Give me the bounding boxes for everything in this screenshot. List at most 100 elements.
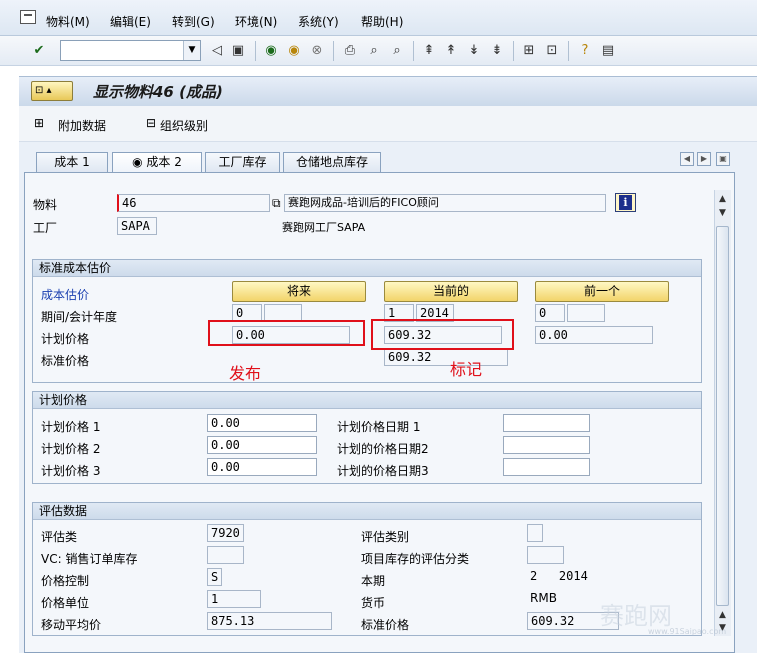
sap-menu-icon[interactable] [20, 10, 36, 24]
plant-label: 工厂 [33, 221, 58, 235]
scroll-page-up-icon[interactable]: ▼ [714, 206, 731, 220]
org-levels-icon[interactable]: ⊟ [144, 116, 158, 130]
print-icon[interactable]: ⎙ [342, 43, 358, 59]
std-price-label: 标准价格 [361, 618, 410, 632]
moving-avg-price-label: 移动平均价 [41, 618, 102, 632]
planned-price-1-label: 计划价格 1 [41, 420, 101, 434]
planned-prices-header: 计划价格 [33, 392, 701, 409]
plant-description: 赛跑网工厂SAPA [282, 221, 366, 234]
vc-sales-order-stock-label: VC: 销售订单库存 [41, 552, 138, 566]
shortcut-icon[interactable]: ⊡ [544, 43, 560, 59]
std-cost-estimate-header: 标准成本估价 [33, 260, 701, 277]
period-year-label: 期间/会计年度 [41, 310, 118, 324]
planned-price-2-field[interactable]: 0.00 [207, 436, 317, 454]
project-stock-valuation-label: 项目库存的评估分类 [361, 552, 470, 566]
valuation-data-header: 评估数据 [33, 503, 701, 520]
title-gap [0, 66, 757, 76]
planned-date-1-field[interactable] [503, 414, 590, 432]
chevron-down-icon[interactable]: ▼ [183, 41, 200, 60]
previous-planned-price-field: 0.00 [535, 326, 653, 344]
screen-menu-button[interactable]: ⊡ ▴ [31, 81, 73, 101]
back-arrow-icon[interactable]: ◁ [209, 43, 225, 59]
scroll-up-icon[interactable]: ▲ [714, 192, 731, 206]
planned-price-2-label: 计划价格 2 [41, 442, 101, 456]
tab-active-icon: ◉ [132, 155, 147, 169]
previous-button[interactable]: 前一个 [535, 281, 669, 302]
planned-price-label: 计划价格 [41, 332, 90, 346]
application-toolbar [19, 106, 757, 142]
new-session-icon[interactable]: ⊞ [521, 43, 537, 59]
planned-date-2-field[interactable] [503, 436, 590, 454]
valuation-category-label: 评估类别 [361, 530, 410, 544]
cost-estimate-label[interactable]: 成本估价 [41, 286, 89, 303]
find-next-icon[interactable]: ⌕ [389, 43, 405, 59]
command-field[interactable] [60, 40, 201, 61]
menu-edit[interactable]: 编辑(E) [110, 13, 151, 30]
help-icon[interactable]: ? [577, 43, 593, 59]
valuation-class-label: 评估类 [41, 530, 78, 544]
current-period-label: 本期 [361, 574, 386, 588]
material-label: 物料 [33, 198, 58, 212]
toolbar-separator [333, 41, 334, 61]
toolbar-separator [255, 41, 256, 61]
tab-storage-loc-stock[interactable]: 仓储地点库存 [283, 152, 381, 172]
find-icon[interactable]: ⌕ [366, 43, 382, 59]
material-description: 赛跑网成品-培训后的FICO顾问 [284, 194, 606, 212]
exit-icon[interactable]: ◉ [286, 43, 302, 59]
previous-period-field: 0 [535, 304, 565, 322]
menu-system[interactable]: 系统(Y) [298, 13, 339, 30]
layout-icon[interactable]: ▤ [600, 43, 616, 59]
release-annotation: 发布 [229, 364, 262, 383]
planned-date-3-field[interactable] [503, 458, 590, 476]
first-page-icon[interactable]: ⇞ [421, 43, 437, 59]
cancel-icon[interactable]: ⊗ [309, 43, 325, 59]
additional-data-icon[interactable]: ⊞ [32, 116, 46, 130]
tab-cost-1[interactable]: 成本 1 [36, 152, 108, 172]
last-page-icon[interactable]: ⇟ [489, 43, 505, 59]
menu-environment[interactable]: 环境(N) [235, 13, 277, 30]
currency-label: 货币 [361, 596, 386, 610]
price-control-label: 价格控制 [41, 574, 90, 588]
next-page-icon[interactable]: ↡ [466, 43, 482, 59]
planned-date-2-label: 计划的价格日期2 [337, 442, 429, 456]
planned-price-1-field[interactable]: 0.00 [207, 414, 317, 432]
current-button[interactable]: 当前的 [384, 281, 518, 302]
menu-material[interactable]: 物料(M) [46, 13, 90, 30]
tab-prev-icon[interactable]: ◀ [680, 152, 694, 166]
plant-field[interactable]: SAPA [117, 217, 157, 235]
current-standard-price-field: 609.32 [384, 348, 508, 366]
tab-next-icon[interactable]: ▶ [697, 152, 711, 166]
scroll-thumb[interactable] [716, 226, 729, 606]
planned-date-3-label: 计划的价格日期3 [337, 464, 429, 478]
page-title: 显示物料46 (成品) [93, 83, 223, 101]
tab-list-icon[interactable]: ▣ [716, 152, 730, 166]
menu-goto[interactable]: 转到(G) [172, 13, 215, 30]
back-icon[interactable]: ◉ [263, 43, 279, 59]
planned-price-3-field[interactable]: 0.00 [207, 458, 317, 476]
menu-help[interactable]: 帮助(H) [361, 13, 403, 30]
vc-sales-order-stock-field [207, 546, 244, 564]
project-stock-valuation-field [527, 546, 564, 564]
price-control-field: S [207, 568, 222, 586]
toolbar-separator [413, 41, 414, 61]
toolbar-separator [568, 41, 569, 61]
material-field[interactable]: 46 [117, 194, 270, 212]
toolbar-separator [513, 41, 514, 61]
standard-price-label: 标准价格 [41, 354, 90, 368]
future-button[interactable]: 将来 [232, 281, 366, 302]
release-highlight-box [208, 320, 365, 346]
planned-date-1-label: 计划价格日期 1 [337, 420, 421, 434]
tab-plant-stock[interactable]: 工厂库存 [205, 152, 280, 172]
planned-price-3-label: 计划价格 3 [41, 464, 101, 478]
additional-data-button[interactable]: 附加数据 [58, 117, 106, 134]
save-icon[interactable]: ▣ [230, 43, 246, 59]
enter-icon[interactable]: ✔ [31, 43, 47, 59]
prev-page-icon[interactable]: ↟ [443, 43, 459, 59]
info-icon[interactable]: i [615, 193, 636, 212]
valuation-category-field [527, 524, 543, 542]
price-unit-field: 1 [207, 590, 261, 608]
mark-highlight-box [371, 319, 514, 350]
mark-annotation: 标记 [450, 360, 483, 379]
org-levels-button[interactable]: 组织级别 [160, 117, 208, 134]
tab-cost-2[interactable]: ◉ 成本 2 [112, 152, 202, 173]
